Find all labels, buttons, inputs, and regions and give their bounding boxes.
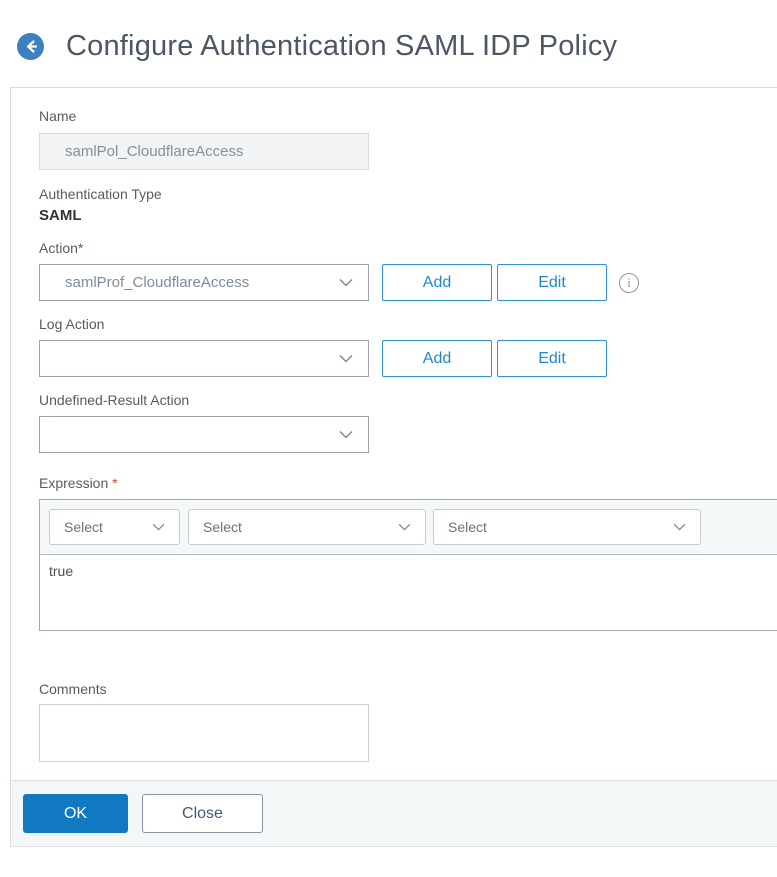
expression-operator-select-1-placeholder: Select: [64, 519, 103, 535]
ok-button[interactable]: OK: [23, 794, 128, 833]
expression-label-text: Expression: [39, 475, 109, 491]
action-edit-button[interactable]: Edit: [497, 264, 607, 301]
action-row: samlProf_CloudflareAccess Add Edit i: [39, 264, 777, 301]
action-add-button[interactable]: Add: [382, 264, 492, 301]
comments-label: Comments: [39, 681, 107, 697]
chevron-down-icon: [152, 523, 165, 531]
expression-builder: Select Select Select true: [39, 499, 777, 631]
comments-textarea[interactable]: [39, 704, 369, 762]
auth-type-value: SAML: [39, 207, 82, 224]
page-title: Configure Authentication SAML IDP Policy: [66, 30, 618, 62]
undefined-result-action-select[interactable]: [39, 416, 369, 453]
log-action-label: Log Action: [39, 316, 105, 332]
chevron-down-icon: [339, 354, 353, 363]
page: Configure Authentication SAML IDP Policy…: [0, 0, 777, 847]
undefined-result-action-row: [39, 416, 777, 453]
arrow-left-icon: [23, 39, 38, 54]
expression-operator-select-2[interactable]: Select: [188, 509, 426, 545]
auth-type-label: Authentication Type: [39, 186, 162, 202]
action-label: Action*: [39, 240, 84, 256]
close-button[interactable]: Close: [142, 794, 263, 833]
expression-operator-select-1[interactable]: Select: [49, 509, 180, 545]
form-body: Name samlPol_CloudflareAccess Authentica…: [11, 88, 777, 762]
log-action-select[interactable]: [39, 340, 369, 377]
form-panel: Name samlPol_CloudflareAccess Authentica…: [10, 87, 777, 847]
expression-input[interactable]: true: [40, 555, 777, 630]
expression-operator-select-2-placeholder: Select: [203, 519, 242, 535]
action-select-value: samlProf_CloudflareAccess: [65, 274, 250, 291]
expression-toolbar: Select Select Select: [40, 500, 777, 555]
undefined-result-action-label: Undefined-Result Action: [39, 392, 190, 408]
name-label: Name: [39, 108, 77, 124]
back-button[interactable]: [17, 33, 44, 60]
chevron-down-icon: [673, 523, 686, 531]
log-action-add-button[interactable]: Add: [382, 340, 492, 377]
name-input-value: samlPol_CloudflareAccess: [65, 143, 244, 160]
info-icon[interactable]: i: [619, 272, 639, 293]
expression-required-mark: *: [112, 475, 118, 491]
expression-operator-select-3-placeholder: Select: [448, 519, 487, 535]
expression-label: Expression *: [39, 475, 777, 492]
log-action-row: Add Edit: [39, 340, 777, 377]
form-footer: OK Close: [11, 780, 777, 847]
action-select[interactable]: samlProf_CloudflareAccess: [39, 264, 369, 301]
chevron-down-icon: [339, 430, 353, 439]
log-action-edit-button[interactable]: Edit: [497, 340, 607, 377]
header: Configure Authentication SAML IDP Policy: [0, 0, 777, 87]
chevron-down-icon: [398, 523, 411, 531]
chevron-down-icon: [339, 278, 353, 287]
name-input[interactable]: samlPol_CloudflareAccess: [39, 133, 369, 170]
expression-operator-select-3[interactable]: Select: [433, 509, 701, 545]
